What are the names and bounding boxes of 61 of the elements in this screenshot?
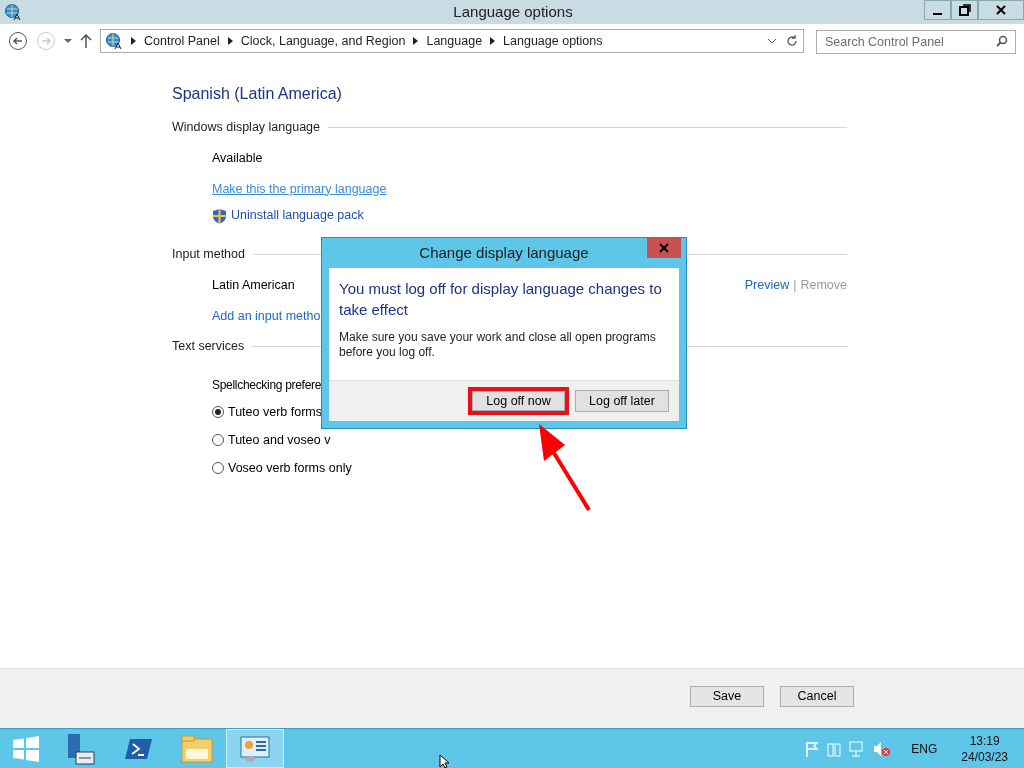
uninstall-link[interactable]: Uninstall language pack [231, 206, 364, 225]
address-bar[interactable]: Control Panel Clock, Language, and Region Language Language options [100, 29, 804, 53]
dialog-message: Make sure you save your work and close all open programs before you log off. [339, 330, 657, 360]
breadcrumb-item[interactable]: Control Panel [144, 31, 220, 51]
minimize-button[interactable] [924, 0, 951, 20]
footer-button[interactable]: Cancel [780, 686, 854, 707]
globe-icon [4, 3, 22, 21]
radio-button[interactable] [212, 461, 224, 474]
radio-option[interactable]: Tuteo and voseo v [212, 430, 331, 450]
folder-icon [181, 734, 213, 763]
restore-button[interactable] [951, 0, 978, 20]
control-panel-icon [239, 733, 271, 764]
spellchecking-label: Spellchecking prefere [212, 377, 322, 394]
chevron-icon [131, 37, 136, 45]
minimize-icon [933, 13, 942, 15]
chevron-icon [490, 37, 496, 45]
language-indicator[interactable]: ENG [911, 739, 938, 758]
radio-option[interactable]: Tuteo verb forms [212, 403, 322, 422]
windows-logo-icon [13, 735, 39, 762]
breadcrumb-item[interactable]: Language options [503, 31, 603, 51]
dropdown-icon[interactable] [767, 37, 777, 45]
input-method-name: Latin American [212, 276, 295, 294]
section-heading: Text services [172, 338, 245, 356]
status-text: Available [212, 149, 264, 167]
breadcrumb-item[interactable]: Clock, Language, and Region [240, 31, 406, 51]
restore-icon [958, 4, 971, 16]
search-field[interactable]: Search Control Panel [816, 30, 1016, 54]
globe-icon [105, 32, 123, 50]
section-heading: Windows display language [172, 119, 320, 136]
page-title: Spanish (Latin America) [172, 84, 343, 104]
dialog-heading: You must log off for display language changes to take effect [339, 279, 663, 320]
close-icon [996, 5, 1006, 15]
close-icon [659, 243, 669, 253]
chevron-icon [227, 37, 233, 45]
preview-link[interactable]: Preview [744, 275, 790, 295]
footer-button[interactable]: Save [690, 686, 764, 707]
up-arrow-icon[interactable] [80, 34, 92, 48]
add-input-method-link[interactable]: Add an input metho [212, 308, 321, 323]
radio-option[interactable]: Voseo verb forms only [212, 458, 352, 478]
close-button[interactable] [978, 0, 1024, 20]
radio-button[interactable] [212, 434, 224, 447]
dialog-button[interactable]: Log off now [468, 387, 569, 415]
radio-button[interactable] [212, 406, 224, 419]
separator: | [793, 276, 797, 294]
search-icon [996, 35, 1008, 47]
dialog-title: Change display language [418, 242, 590, 263]
mouse-pointer-icon [439, 754, 451, 768]
clock[interactable]: 13:19 24/03/23 [961, 732, 1008, 765]
terminal-icon [125, 736, 153, 761]
back-icon[interactable] [8, 31, 28, 51]
muted-speaker-icon[interactable] [873, 740, 892, 757]
taskbar-app[interactable] [226, 729, 284, 768]
refresh-icon[interactable] [785, 34, 799, 48]
shield-icon [212, 207, 227, 224]
window-title: Language options [452, 1, 574, 22]
section-heading: Input method [172, 246, 245, 263]
dropdown-icon[interactable] [64, 38, 72, 44]
chevron-icon [413, 37, 419, 45]
dialog-button[interactable]: Log off later [575, 390, 669, 412]
breadcrumb-item[interactable]: Language [426, 31, 483, 51]
primary-language-link[interactable]: Make this the primary language [212, 181, 387, 196]
